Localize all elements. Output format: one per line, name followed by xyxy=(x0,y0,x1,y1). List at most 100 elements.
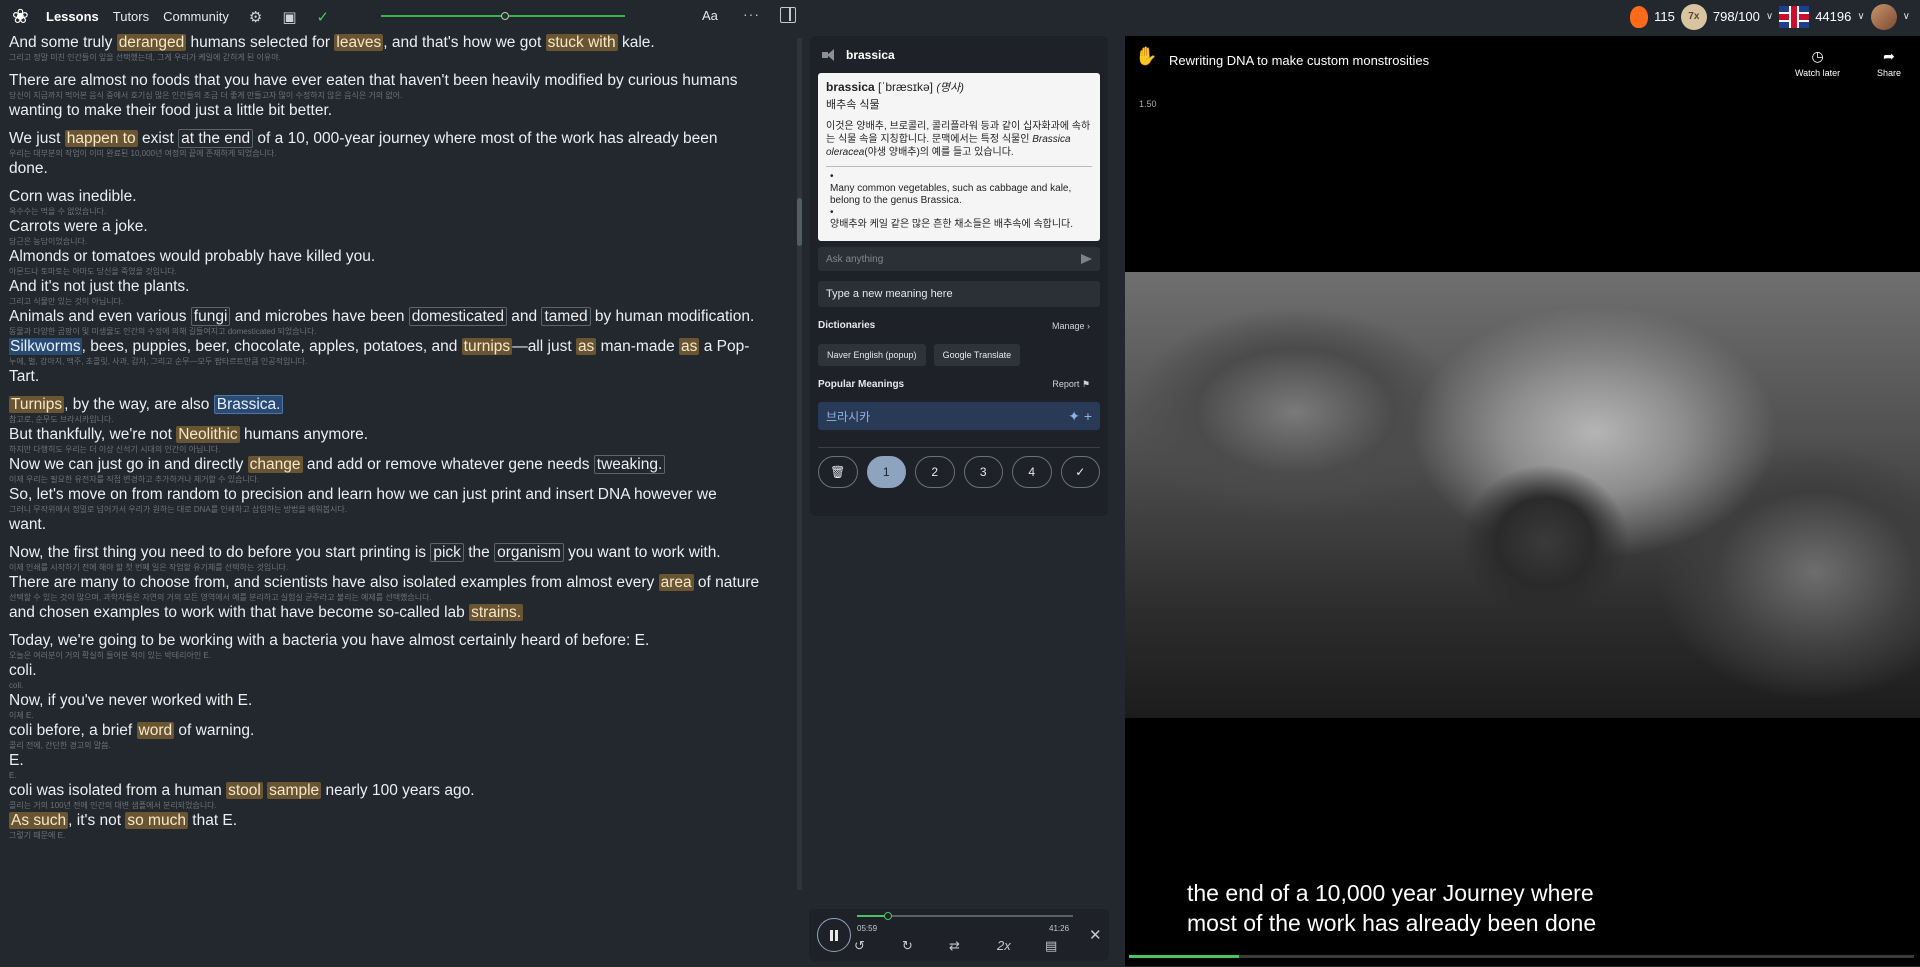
lingq-word[interactable]: tweaking. xyxy=(593,455,666,474)
lingq-word[interactable]: strains. xyxy=(469,604,524,621)
lingq-word[interactable]: as xyxy=(679,338,700,355)
plain-text[interactable]: So, let's move on from random to precisi… xyxy=(9,486,717,503)
lingq-word[interactable]: at the end xyxy=(178,129,254,148)
watch-later-button[interactable]: ◷ Watch later xyxy=(1795,48,1840,78)
known-words-score[interactable]: 44196 xyxy=(1815,9,1851,24)
manage-dictionaries-link[interactable]: Manage › xyxy=(1052,321,1090,331)
lingq-word[interactable]: happen to xyxy=(64,130,138,147)
lingq-word[interactable]: Turnips xyxy=(9,396,65,413)
lesson-progress-slider[interactable] xyxy=(381,12,625,20)
chevron-down-icon[interactable]: ∨ xyxy=(1857,11,1864,22)
plain-text[interactable]: of nature xyxy=(694,574,759,591)
lingq-word[interactable]: so much xyxy=(125,812,188,829)
plain-text[interactable]: humans anymore. xyxy=(240,426,368,443)
known-check-icon[interactable]: ✓ xyxy=(1060,456,1100,488)
plain-text[interactable]: Almonds or tomatoes would probably have … xyxy=(9,248,375,265)
lingq-word[interactable]: domesticated xyxy=(408,307,507,326)
lingq-word[interactable]: Brassica. xyxy=(213,395,284,414)
reader-scroll-thumb[interactable] xyxy=(797,198,802,246)
loop-icon[interactable]: ⇄ xyxy=(949,938,960,954)
plain-text[interactable]: of warning. xyxy=(174,722,254,739)
plain-text[interactable]: want. xyxy=(9,516,46,533)
video-frame[interactable] xyxy=(1125,272,1920,718)
subtitles-icon[interactable]: ▤ xyxy=(1045,938,1057,954)
lingq-word[interactable]: word xyxy=(136,722,175,739)
plain-text[interactable]: humans selected for xyxy=(186,34,334,51)
plain-text[interactable]: exist xyxy=(138,130,178,147)
plain-text[interactable]: done. xyxy=(9,160,48,177)
plain-text[interactable]: you want to work with. xyxy=(564,544,721,561)
plain-text[interactable]: Animals and even various xyxy=(9,308,191,325)
plain-text[interactable]: Now, if you've never worked with E. xyxy=(9,692,252,709)
channel-logo-icon[interactable]: ✋ xyxy=(1135,46,1157,68)
plain-text[interactable]: a Pop- xyxy=(699,338,750,355)
nav-lessons[interactable]: Lessons xyxy=(46,9,99,24)
lingq-word[interactable]: area xyxy=(658,574,694,591)
plain-text[interactable]: kale. xyxy=(618,34,655,51)
reader-scrollbar[interactable] xyxy=(797,38,802,890)
plain-text[interactable]: and chosen examples to work with that ha… xyxy=(9,604,469,621)
playback-knob[interactable] xyxy=(884,912,893,920)
plain-text[interactable]: There are many to choose from, and scien… xyxy=(9,574,659,591)
status-3-button[interactable]: 3 xyxy=(963,456,1003,488)
nav-community[interactable]: Community xyxy=(163,9,229,24)
lingq-word[interactable]: change xyxy=(247,456,303,473)
dictionary-chip-google[interactable]: Google Translate xyxy=(933,344,1021,366)
daily-progress[interactable]: 798/100 xyxy=(1713,9,1760,24)
lingq-word[interactable]: As such xyxy=(9,812,69,829)
plain-text[interactable]: coli before, a brief xyxy=(9,722,137,739)
report-button[interactable]: Report ⚑ xyxy=(1052,379,1090,390)
nav-tutors[interactable]: Tutors xyxy=(113,9,149,24)
plain-text[interactable]: man-made xyxy=(596,338,679,355)
video-title[interactable]: Rewriting DNA to make custom monstrositi… xyxy=(1169,53,1429,68)
status-1-button[interactable]: 1 xyxy=(866,456,906,488)
plain-text[interactable]: And it's not just the plants. xyxy=(9,278,189,295)
close-player-icon[interactable]: ✕ xyxy=(1089,926,1102,944)
lingq-word[interactable]: pick xyxy=(430,543,464,562)
playback-speed-button[interactable]: 2x xyxy=(997,938,1011,953)
lingq-word[interactable]: Silkworms xyxy=(9,338,82,355)
lesson-progress-knob[interactable] xyxy=(501,12,510,20)
pause-icon[interactable] xyxy=(817,918,851,952)
plain-text[interactable]: Tart. xyxy=(9,368,39,385)
ignore-trash-icon[interactable]: 🗑︎ xyxy=(818,456,858,488)
plain-text[interactable]: coli was isolated from a human xyxy=(9,782,226,799)
new-meaning-input[interactable]: Type a new meaning here xyxy=(818,281,1100,307)
plain-text[interactable]: and add or remove whatever gene needs xyxy=(303,456,594,473)
multiplier-coin-icon[interactable]: 7x xyxy=(1680,3,1707,30)
app-logo-icon[interactable]: ❀ xyxy=(12,6,34,28)
lesson-complete-check-icon[interactable]: ✓ xyxy=(317,8,330,26)
lingq-word[interactable]: fungi xyxy=(190,307,231,326)
video-player[interactable]: ✋ Rewriting DNA to make custom monstrosi… xyxy=(1125,36,1920,966)
plain-text[interactable]: But thankfully, we're not xyxy=(9,426,176,443)
plain-text[interactable]: that E. xyxy=(188,812,237,829)
speaker-icon[interactable] xyxy=(822,49,838,61)
chevron-down-icon[interactable]: ∨ xyxy=(1903,11,1910,22)
settings-gear-icon[interactable]: ⚙ xyxy=(249,8,262,26)
lingq-word[interactable]: tamed xyxy=(541,307,591,326)
playback-progress[interactable] xyxy=(857,912,1073,920)
more-options-icon[interactable]: ··· xyxy=(743,6,760,22)
plain-text[interactable]: , and that's how we got xyxy=(383,34,545,51)
plain-text[interactable]: the xyxy=(464,544,494,561)
lingq-word[interactable]: sample xyxy=(267,782,322,799)
plain-text[interactable]: of a 10, 000-year journey where most of … xyxy=(253,130,717,147)
forward-5-icon[interactable]: ↻ xyxy=(902,938,913,954)
plain-text[interactable]: Now, the first thing you need to do befo… xyxy=(9,544,430,561)
plain-text[interactable]: —all just xyxy=(512,338,576,355)
status-4-button[interactable]: 4 xyxy=(1012,456,1052,488)
plain-text[interactable]: And some truly xyxy=(9,34,117,51)
user-avatar[interactable] xyxy=(1870,3,1897,30)
dictionary-chip-naver[interactable]: Naver English (popup) xyxy=(818,344,926,366)
plain-text[interactable]: Today, we're going to be working with a … xyxy=(9,632,649,649)
chevron-down-icon[interactable]: ∨ xyxy=(1766,11,1773,22)
plain-text[interactable]: wanting to make their food just a little… xyxy=(9,102,332,119)
plain-text[interactable]: and xyxy=(507,308,541,325)
lingq-word[interactable]: stool xyxy=(226,782,263,799)
plain-text[interactable]: , it's not xyxy=(68,812,125,829)
plain-text[interactable]: coli. xyxy=(9,662,37,679)
lingq-word[interactable]: leaves xyxy=(334,34,384,51)
plain-text[interactable]: Corn was inedible. xyxy=(9,188,137,205)
lingq-word[interactable]: deranged xyxy=(116,34,187,51)
plain-text[interactable]: nearly 100 years ago. xyxy=(321,782,474,799)
